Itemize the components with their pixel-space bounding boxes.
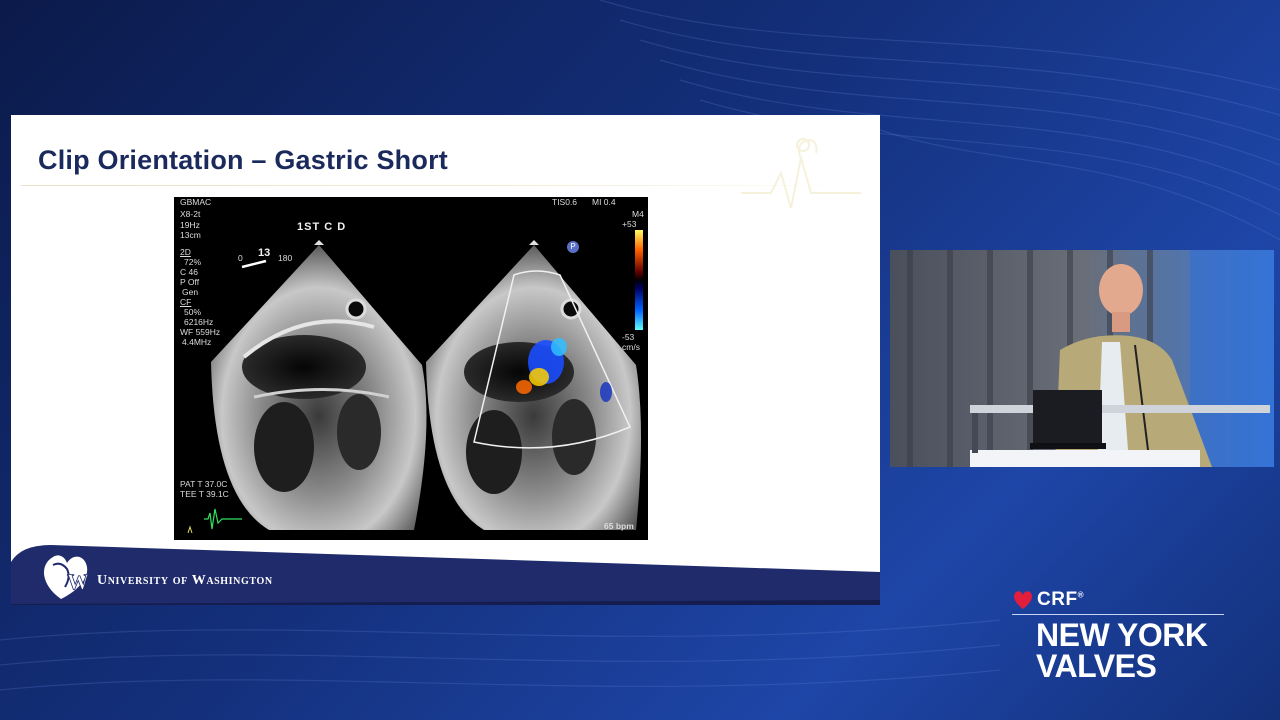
speaker-scene <box>890 250 1274 467</box>
scale-unit-label: cm/s <box>622 342 640 352</box>
angle-value: 13 <box>258 247 271 259</box>
echo-depth-label: 13cm <box>180 230 201 240</box>
scale-top-label: +53 <box>622 219 637 229</box>
echo-2d-label: 2D <box>180 247 191 257</box>
echo-cf-gain: 50% <box>184 307 202 317</box>
branding-divider <box>1012 614 1224 615</box>
probe-badge-icon: P <box>567 241 579 253</box>
speaker-video <box>890 250 1274 467</box>
echo-header-label: 1ST C D <box>297 221 347 233</box>
echo-mhz-label: 4.4MHz <box>182 337 212 347</box>
scale-bottom-label: -53 <box>622 332 635 342</box>
event-title-line-2: VALVES <box>1036 648 1157 684</box>
slide-title: Clip Orientation – Gastric Short <box>38 145 448 175</box>
mi-label: MI 0.4 <box>592 197 616 207</box>
heart-watermark-icon <box>741 138 861 209</box>
presentation-slide: Clip Orientation – Gastric Short GBMAC X… <box>11 115 880 605</box>
echo-wf-label: WF 559Hz <box>180 327 221 337</box>
angle-start-label: 0 <box>238 253 243 263</box>
patient-temp-label: PAT T 37.0C <box>180 479 228 489</box>
echo-cf-freq: 6216Hz <box>184 317 214 327</box>
echo-site-label: GBMAC <box>180 197 212 207</box>
crf-logo: CRF® <box>1012 589 1084 611</box>
uw-heart-logo-icon: W <box>43 555 89 599</box>
heart-rate-label: 65 bpm <box>604 521 634 531</box>
crf-text: CRF® <box>1037 589 1084 610</box>
crf-heart-icon <box>1014 591 1032 609</box>
university-name: University of Washington <box>97 573 273 588</box>
tis-label: TIS0.6 <box>552 197 578 207</box>
echo-c-value: C 46 <box>180 267 198 277</box>
scale-mode-label: M4 <box>632 209 644 219</box>
echo-cf-label: CF <box>180 297 192 307</box>
echo-2d-gain: 72% <box>184 257 202 267</box>
echo-image: GBMAC X8-2t 19Hz 13cm 2D 72% C 46 P Off … <box>174 197 648 540</box>
echo-gen-label: Gen <box>182 287 199 297</box>
angle-end-label: 180 <box>278 253 293 263</box>
event-title: NEW YORK VALVES <box>1036 617 1208 684</box>
tee-temp-label: TEE T 39.1C <box>180 489 229 499</box>
echo-framerate-label: 19Hz <box>180 220 200 230</box>
event-title-line-1: NEW YORK <box>1036 617 1208 653</box>
echo-p-value: P Off <box>180 277 200 287</box>
echo-probe-label: X8-2t <box>180 209 201 219</box>
svg-text:W: W <box>67 569 89 594</box>
